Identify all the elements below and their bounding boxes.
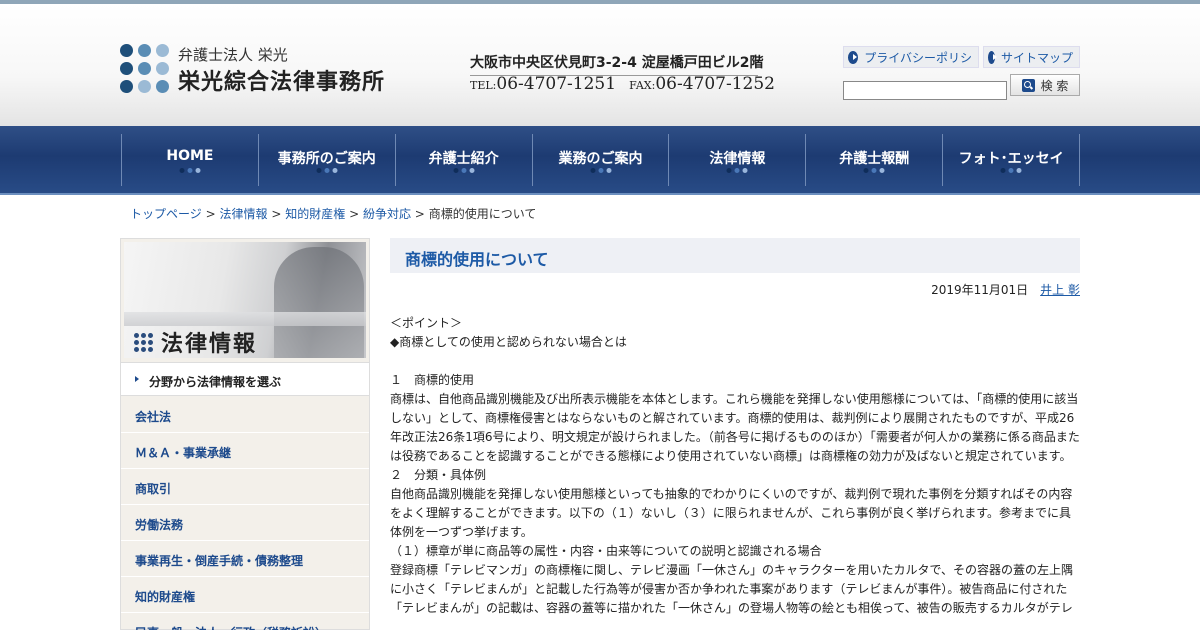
nav-services-label: 業務のご案内 [558, 151, 643, 167]
dots-grid-icon [134, 332, 153, 352]
search-input[interactable] [843, 81, 1007, 100]
sitemap-link[interactable]: サイトマップ [983, 46, 1080, 68]
sitemap-label: サイトマップ [1000, 50, 1073, 65]
breadcrumb-current: 商標的使用について [428, 207, 537, 221]
nav-dots-icon [590, 168, 611, 173]
privacy-policy-link[interactable]: プライバシーポリシ [843, 46, 979, 68]
breadcrumb-legal-info[interactable]: 法律情報 [219, 207, 267, 221]
nav-photo-essay-label: フォト･エッセイ [958, 151, 1064, 167]
tel-number: 06-4707-1251 [496, 74, 617, 94]
nav-lawyers[interactable]: 弁護士紹介 [394, 134, 532, 186]
breadcrumb: トップページ > 法律情報 > 知的財産権 > 紛争対応 > 商標的使用について [130, 205, 536, 222]
breadcrumb-separator: > [205, 207, 216, 221]
nav-photo-essay[interactable]: フォト･エッセイ [942, 134, 1081, 186]
office-address: 大阪市中央区伏見町3-2-4 淀屋橋戸田ビル2階 [470, 52, 763, 76]
article-paragraph: 自他商品識別機能を発揮しない使用態様といっても抽象的でわかりにくいのですが、裁判… [390, 487, 1073, 539]
page-title: 商標的使用について [390, 238, 1080, 273]
sidebar: 法律情報 分野から法律情報を選ぶ 会社法 Ｍ＆Ａ・事業承継 商取引 労働法務 事… [120, 238, 370, 630]
arrow-circle-icon [848, 50, 859, 64]
nav-dots-icon [726, 168, 748, 173]
logo-dots-icon [120, 44, 172, 96]
article-paragraph: 登録商標「テレビマンガ」の商標権に関し、テレビ漫画「一休さん」のキャラクターを用… [390, 563, 1074, 615]
breadcrumb-top[interactable]: トップページ [130, 207, 202, 221]
sidebar-item-company-law[interactable]: 会社法 [121, 397, 369, 433]
nav-dots-icon [179, 168, 201, 173]
breadcrumb-separator: > [349, 207, 360, 221]
nav-office-label: 事務所のご案内 [277, 151, 376, 167]
sidebar-item-civil[interactable]: 民事一般・法人・行政（税務訴訟） [121, 613, 369, 630]
search-button[interactable]: 検 索 [1010, 74, 1080, 96]
nav-dots-icon [316, 168, 338, 173]
search-button-label: 検 索 [1040, 78, 1069, 93]
article-paragraph: 商標は、自他商品識別機能及び出所表示機能を本体とします。これら機能を発揮しない使… [390, 392, 1080, 463]
article-meta: 2019年11月01日 井上 彰 [390, 281, 1080, 298]
article-paragraph: （１）標章が単に商品等の属性・内容・由来等についての説明と認識される場合 [390, 544, 822, 558]
breadcrumb-dispute[interactable]: 紛争対応 [363, 207, 411, 221]
nav-dots-icon [863, 168, 885, 173]
sidebar-hero-title: 法律情報 [161, 331, 258, 357]
global-nav: HOME 事務所のご案内 弁護士紹介 業務のご案内 法律情報 弁護士報酬 フォト… [0, 126, 1200, 195]
article-paragraph: ＜ポイント＞ [390, 316, 463, 330]
sidebar-item-ma[interactable]: Ｍ＆Ａ・事業承継 [121, 433, 369, 469]
fax-label: FAX: [629, 79, 656, 92]
nav-office[interactable]: 事務所のご案内 [257, 134, 395, 186]
sidebar-item-restructuring[interactable]: 事業再生・倒産手続・債務整理 [121, 541, 369, 577]
site-header: 弁護士法人 栄光 栄光綜合法律事務所 大阪市中央区伏見町3-2-4 淀屋橋戸田ビ… [0, 4, 1200, 126]
nav-services[interactable]: 業務のご案内 [531, 134, 669, 186]
tel-label: TEL: [470, 79, 497, 92]
article-paragraph: １ 商標的使用 [390, 373, 475, 387]
nav-dots-icon [1000, 168, 1022, 173]
article-paragraph: ２ 分類・具体例 [390, 468, 487, 482]
privacy-policy-label: プライバシーポリシ [864, 50, 972, 65]
nav-fees[interactable]: 弁護士報酬 [805, 134, 942, 186]
logo-name: 栄光綜合法律事務所 [178, 70, 386, 95]
sidebar-category-list: 会社法 Ｍ＆Ａ・事業承継 商取引 労働法務 事業再生・倒産手続・債務整理 知的財… [121, 397, 369, 630]
sidebar-item-labor[interactable]: 労働法務 [121, 505, 369, 541]
article-body: ＜ポイント＞ ◆商標としての使用と認められない場合とは １ 商標的使用 商標は、… [390, 314, 1080, 618]
sidebar-hero-image: 法律情報 [124, 242, 366, 358]
sidebar-category-heading[interactable]: 分野から法律情報を選ぶ [121, 362, 369, 396]
breadcrumb-separator: > [414, 207, 425, 221]
nav-home-label: HOME [166, 148, 214, 164]
article-date: 2019年11月01日 [931, 283, 1029, 297]
contact-numbers: TEL:06-4707-1251 FAX:06-4707-1252 [470, 74, 775, 94]
sidebar-item-ip[interactable]: 知的財産権 [121, 577, 369, 613]
nav-legal-info-label: 法律情報 [709, 151, 766, 167]
article-paragraph: ◆商標としての使用と認められない場合とは [390, 335, 627, 349]
nav-fees-label: 弁護士報酬 [839, 151, 910, 167]
main-content: 商標的使用について 2019年11月01日 井上 彰 ＜ポイント＞ ◆商標としての… [390, 238, 1080, 618]
nav-dots-icon [453, 168, 475, 173]
nav-lawyers-label: 弁護士紹介 [428, 151, 499, 167]
nav-home[interactable]: HOME [121, 134, 258, 186]
fax-number: 06-4707-1252 [655, 74, 775, 94]
breadcrumb-ip[interactable]: 知的財産権 [285, 207, 345, 221]
breadcrumb-separator: > [271, 207, 282, 221]
author-link[interactable]: 井上 彰 [1040, 283, 1080, 297]
logo-subtitle: 弁護士法人 栄光 [178, 46, 288, 64]
search-icon [1021, 78, 1035, 92]
nav-legal-info[interactable]: 法律情報 [668, 134, 805, 186]
arrow-circle-icon [988, 50, 997, 64]
sidebar-item-commerce[interactable]: 商取引 [121, 469, 369, 505]
